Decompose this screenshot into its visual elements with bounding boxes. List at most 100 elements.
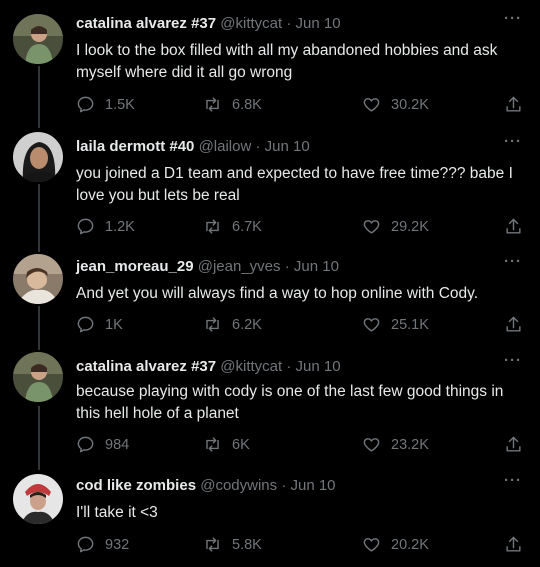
retweet-count: 5.8K [232, 536, 262, 553]
display-name[interactable]: cod like zombies [76, 477, 196, 494]
reply-button[interactable]: 1K [76, 315, 123, 334]
tweet-text: because playing with cody is one of the … [76, 383, 504, 422]
avatar[interactable] [13, 254, 63, 304]
reply-count: 1.2K [105, 218, 135, 235]
share-button[interactable] [504, 217, 533, 236]
tweet-date[interactable]: Jun 10 [296, 358, 341, 375]
reply-count: 1.5K [105, 96, 135, 113]
retweet-count: 6K [232, 436, 250, 453]
avatar[interactable] [13, 474, 63, 524]
reply-icon [77, 536, 94, 553]
share-button[interactable] [504, 315, 533, 334]
like-count: 30.2K [391, 96, 429, 113]
like-button[interactable]: 20.2K [362, 535, 429, 554]
heart-icon [363, 538, 380, 552]
more-icon[interactable]: ··· [504, 472, 522, 489]
tweet-actions: 932 5.8K 20.2K [76, 535, 526, 557]
tweet-actions: 1K 6.2K 25.1K [76, 315, 526, 337]
avatar[interactable] [13, 132, 63, 182]
reply-button[interactable]: 932 [76, 535, 129, 554]
reply-count: 1K [105, 316, 123, 333]
user-handle[interactable]: @lailow [199, 138, 252, 155]
like-button[interactable]: 25.1K [362, 315, 429, 334]
share-icon [506, 96, 521, 112]
share-icon [506, 316, 521, 332]
tweet-header: catalina alvarez #37 @kittycat · Jun 10 [76, 357, 341, 377]
like-count: 25.1K [391, 316, 429, 333]
reply-icon [77, 218, 94, 235]
retweet-button[interactable]: 6.2K [203, 315, 262, 334]
tweet-header: laila dermott #40 @lailow · Jun 10 [76, 137, 310, 157]
retweet-button[interactable]: 5.8K [203, 535, 262, 554]
more-icon[interactable]: ··· [504, 133, 522, 150]
tweet-date[interactable]: Jun 10 [294, 258, 339, 275]
tweet-date[interactable]: Jun 10 [296, 15, 341, 32]
user-handle[interactable]: @jean_yves [198, 258, 281, 275]
like-button[interactable]: 23.2K [362, 435, 429, 454]
tweet-header: cod like zombies @codywins · Jun 10 [76, 476, 336, 496]
share-button[interactable] [504, 95, 533, 114]
tweet-text: you joined a D1 team and expected to hav… [76, 165, 513, 204]
reply-button[interactable]: 1.2K [76, 217, 135, 236]
tweet[interactable]: laila dermott #40 @lailow · Jun 10 ··· y… [0, 132, 540, 242]
tweet[interactable]: jean_moreau_29 @jean_yves · Jun 10 ··· A… [0, 253, 540, 344]
retweet-icon [206, 317, 219, 332]
user-handle[interactable]: @kittycat [220, 15, 282, 32]
tweet-text: And yet you will always find a way to ho… [76, 285, 479, 302]
avatar[interactable] [13, 352, 63, 402]
tweet-header: catalina alvarez #37 @kittycat · Jun 10 [76, 14, 341, 34]
share-icon [506, 436, 521, 452]
retweet-count: 6.2K [232, 316, 262, 333]
reply-button[interactable]: 984 [76, 435, 129, 454]
separator-dot: · [281, 477, 287, 494]
more-icon[interactable]: ··· [504, 10, 522, 27]
tweet[interactable]: cod like zombies @codywins · Jun 10 ··· … [0, 472, 540, 564]
tweet-text: I'll take it <3 [76, 504, 158, 521]
display-name[interactable]: jean_moreau_29 [76, 258, 194, 275]
more-icon[interactable]: ··· [504, 352, 522, 369]
tweet-text: I look to the box filled with all my aba… [76, 42, 498, 81]
share-icon [506, 218, 521, 234]
tweet[interactable]: catalina alvarez #37 @kittycat · Jun 10 … [0, 352, 540, 462]
display-name[interactable]: catalina alvarez #37 [76, 15, 216, 32]
separator-dot: · [286, 15, 292, 32]
avatar[interactable] [13, 14, 63, 64]
more-icon[interactable]: ··· [504, 253, 522, 270]
user-handle[interactable]: @codywins [200, 477, 277, 494]
like-button[interactable]: 29.2K [362, 217, 429, 236]
tweet-date[interactable]: Jun 10 [265, 138, 310, 155]
tweet[interactable]: catalina alvarez #37 @kittycat · Jun 10 … [0, 10, 540, 124]
reply-icon [77, 436, 94, 453]
retweet-count: 6.7K [232, 218, 262, 235]
tweet-actions: 984 6K 23.2K [76, 435, 526, 457]
tweet-actions: 1.2K 6.7K 29.2K [76, 217, 526, 239]
like-button[interactable]: 30.2K [362, 95, 429, 114]
tweet-actions: 1.5K 6.8K 30.2K [76, 95, 526, 117]
tweet-date[interactable]: Jun 10 [290, 477, 335, 494]
heart-icon [363, 98, 380, 112]
display-name[interactable]: catalina alvarez #37 [76, 358, 216, 375]
heart-icon [363, 220, 380, 234]
retweet-button[interactable]: 6.7K [203, 217, 262, 236]
separator-dot: · [286, 358, 292, 375]
reply-button[interactable]: 1.5K [76, 95, 135, 114]
reply-count: 984 [105, 436, 130, 453]
like-count: 23.2K [391, 436, 429, 453]
tweet-header: jean_moreau_29 @jean_yves · Jun 10 [76, 257, 339, 277]
display-name[interactable]: laila dermott #40 [76, 138, 194, 155]
retweet-button[interactable]: 6K [203, 435, 250, 454]
retweet-icon [206, 219, 219, 234]
share-button[interactable] [504, 535, 533, 554]
share-button[interactable] [504, 435, 533, 454]
separator-dot: · [255, 138, 261, 155]
retweet-count: 6.8K [232, 96, 262, 113]
retweet-button[interactable]: 6.8K [203, 95, 262, 114]
heart-icon [363, 438, 380, 452]
retweet-icon [206, 537, 219, 552]
heart-icon [363, 318, 380, 332]
user-handle[interactable]: @kittycat [220, 358, 282, 375]
reply-count: 932 [105, 536, 130, 553]
reply-icon [77, 316, 94, 333]
retweet-icon [206, 97, 219, 112]
reply-icon [77, 96, 94, 113]
